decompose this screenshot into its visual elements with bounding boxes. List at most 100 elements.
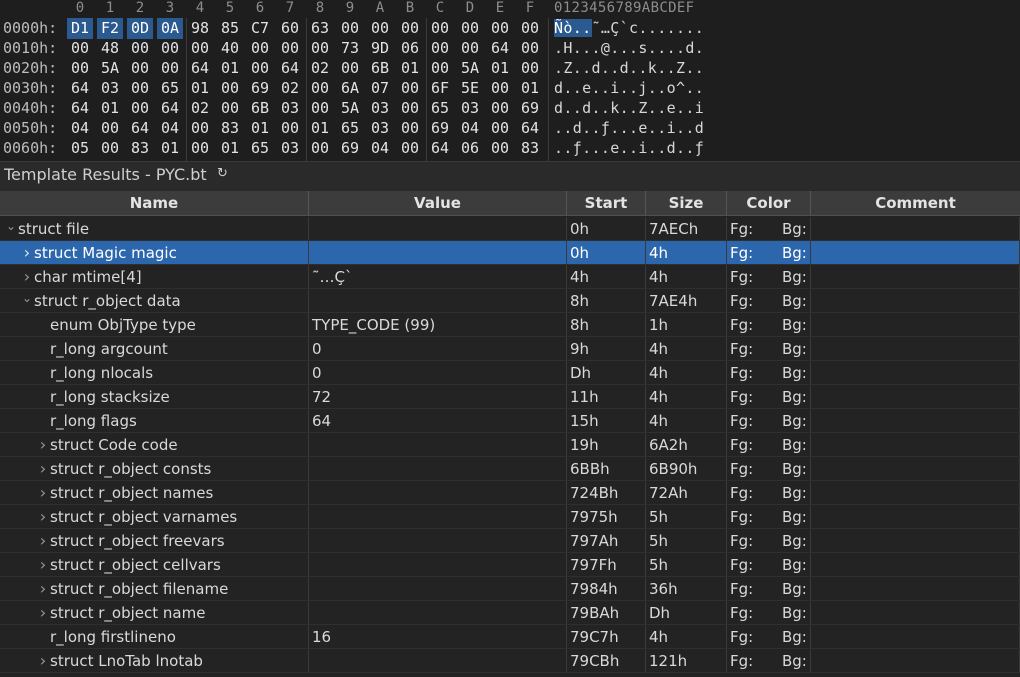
hex-byte[interactable]: 00 <box>127 38 153 59</box>
hex-byte[interactable]: 5A <box>97 58 123 79</box>
hex-byte[interactable]: 00 <box>487 78 513 99</box>
hex-byte[interactable]: 5A <box>337 98 363 119</box>
hex-byte[interactable]: 00 <box>217 98 243 119</box>
ascii-text[interactable]: d..d..k..Z..e..i <box>554 98 704 119</box>
table-row[interactable]: › struct r_object freevars 797Ah 5h Fg: Bg: <box>0 529 1020 553</box>
table-row[interactable]: enum ObjType type TYPE_CODE (99) 8h 1h Fg: Bg… <box>0 313 1020 337</box>
hex-byte[interactable]: 65 <box>427 98 453 119</box>
chevron-right-icon[interactable]: › <box>36 649 50 673</box>
hex-byte[interactable]: 00 <box>187 138 213 159</box>
hex-byte[interactable]: 00 <box>487 138 513 159</box>
hex-byte[interactable]: 04 <box>367 138 393 159</box>
hex-byte[interactable]: 00 <box>307 98 333 119</box>
hex-byte[interactable]: 0D <box>127 18 153 39</box>
hex-byte[interactable]: 83 <box>127 138 153 159</box>
hex-byte[interactable]: 64 <box>67 98 93 119</box>
hex-byte[interactable]: 64 <box>277 58 303 79</box>
table-row[interactable]: › struct r_object varnames 7975h 5h Fg: Bg: <box>0 505 1020 529</box>
column-header-size[interactable]: Size <box>646 191 727 215</box>
hex-byte[interactable]: 02 <box>277 78 303 99</box>
ascii-text[interactable]: d..e..i..j..o^.. <box>554 78 704 99</box>
table-row[interactable]: r_long argcount 0 9h 4h Fg: Bg: <box>0 337 1020 361</box>
table-row[interactable]: r_long stacksize 72 11h 4h Fg: Bg: <box>0 385 1020 409</box>
table-row[interactable]: r_long flags 64 15h 4h Fg: Bg: <box>0 409 1020 433</box>
ascii-text[interactable]: ..ƒ...e..i..d..ƒ <box>554 138 704 159</box>
hex-byte[interactable]: 64 <box>427 138 453 159</box>
chevron-right-icon[interactable]: › <box>36 529 50 553</box>
hex-byte[interactable]: 00 <box>307 38 333 59</box>
hex-byte[interactable]: 01 <box>247 118 273 139</box>
hex-byte[interactable]: 04 <box>457 118 483 139</box>
hex-byte[interactable]: 03 <box>277 98 303 119</box>
hex-byte[interactable]: 03 <box>457 98 483 119</box>
table-row[interactable]: › struct Magic magic 0h 4h Fg: Bg: <box>0 241 1020 265</box>
hex-byte[interactable]: 00 <box>397 118 423 139</box>
hex-byte[interactable]: 00 <box>67 58 93 79</box>
hex-byte[interactable]: 00 <box>397 138 423 159</box>
chevron-right-icon[interactable]: › <box>20 241 34 265</box>
hex-byte[interactable]: 6B <box>367 58 393 79</box>
hex-byte[interactable]: 6B <box>247 98 273 119</box>
hex-byte[interactable]: 85 <box>217 18 243 39</box>
hex-byte[interactable]: 65 <box>337 118 363 139</box>
hex-byte[interactable]: 00 <box>157 58 183 79</box>
chevron-right-icon[interactable]: › <box>36 505 50 529</box>
hex-byte[interactable]: 64 <box>127 118 153 139</box>
chevron-right-icon[interactable]: › <box>36 481 50 505</box>
table-row[interactable]: ⌄ struct file 0h 7AECh Fg: Bg: <box>0 217 1020 241</box>
table-row[interactable]: › struct r_object filename 7984h 36h Fg: Bg: <box>0 577 1020 601</box>
table-row[interactable]: › struct r_object name 79BAh Dh Fg: Bg: <box>0 601 1020 625</box>
hex-byte[interactable]: 00 <box>307 78 333 99</box>
hex-byte[interactable]: 83 <box>517 138 543 159</box>
hex-byte[interactable]: 64 <box>517 118 543 139</box>
hex-byte[interactable]: 04 <box>67 118 93 139</box>
hex-byte[interactable]: 00 <box>517 38 543 59</box>
table-row[interactable]: ⌄ struct r_object data 8h 7AE4h Fg: Bg: <box>0 289 1020 313</box>
chevron-right-icon[interactable]: › <box>36 433 50 457</box>
hex-byte[interactable]: 06 <box>397 38 423 59</box>
hex-byte[interactable]: 69 <box>427 118 453 139</box>
chevron-right-icon[interactable]: › <box>36 457 50 481</box>
hex-byte[interactable]: 00 <box>127 78 153 99</box>
ascii-text[interactable]: ..d..ƒ...e..i..d <box>554 118 704 139</box>
hex-byte[interactable]: 98 <box>187 18 213 39</box>
hex-byte[interactable]: 6A <box>337 78 363 99</box>
hex-byte[interactable]: 65 <box>247 138 273 159</box>
hex-byte[interactable]: 00 <box>397 78 423 99</box>
hex-byte[interactable]: 02 <box>307 58 333 79</box>
table-row[interactable]: › struct r_object names 724Bh 72Ah Fg: Bg: <box>0 481 1020 505</box>
chevron-right-icon[interactable]: › <box>36 577 50 601</box>
hex-byte[interactable]: 01 <box>217 138 243 159</box>
table-row[interactable]: › struct r_object cellvars 797Fh 5h Fg: Bg: <box>0 553 1020 577</box>
table-row[interactable]: r_long firstlineno 16 79C7h 4h Fg: Bg: <box>0 625 1020 649</box>
column-header-value[interactable]: Value <box>309 191 567 215</box>
hex-byte[interactable]: 05 <box>67 138 93 159</box>
hex-byte[interactable]: 64 <box>487 38 513 59</box>
ascii-text[interactable]: Ñò..˜…Ç`c....... <box>554 18 704 39</box>
hex-byte[interactable]: 65 <box>157 78 183 99</box>
chevron-down-icon[interactable]: ⌄ <box>4 217 18 238</box>
hex-byte[interactable]: 64 <box>157 98 183 119</box>
table-row[interactable]: › struct r_object consts 6BBh 6B90h Fg: Bg: <box>0 457 1020 481</box>
hex-byte[interactable]: 00 <box>247 38 273 59</box>
hex-byte[interactable]: 00 <box>97 118 123 139</box>
hex-byte[interactable]: 69 <box>337 138 363 159</box>
hex-byte[interactable]: 0A <box>157 18 183 39</box>
hex-byte[interactable]: F2 <box>97 18 123 39</box>
hex-byte[interactable]: 03 <box>97 78 123 99</box>
hex-byte[interactable]: 73 <box>337 38 363 59</box>
hex-byte[interactable]: 01 <box>187 78 213 99</box>
chevron-right-icon[interactable]: › <box>20 265 34 289</box>
hex-byte[interactable]: 03 <box>367 118 393 139</box>
hex-byte[interactable]: 00 <box>337 18 363 39</box>
ascii-text[interactable]: .Z..d..d..k..Z.. <box>554 58 704 79</box>
hex-byte[interactable]: 63 <box>307 18 333 39</box>
chevron-right-icon[interactable]: › <box>36 601 50 625</box>
hex-byte[interactable]: 01 <box>487 58 513 79</box>
hex-byte[interactable]: 03 <box>367 98 393 119</box>
table-row[interactable]: r_long nlocals 0 Dh 4h Fg: Bg: <box>0 361 1020 385</box>
hex-byte[interactable]: 01 <box>97 98 123 119</box>
hex-byte[interactable]: 83 <box>217 118 243 139</box>
table-row[interactable]: › struct Code code 19h 6A2h Fg: Bg: <box>0 433 1020 457</box>
hex-byte[interactable]: 5E <box>457 78 483 99</box>
